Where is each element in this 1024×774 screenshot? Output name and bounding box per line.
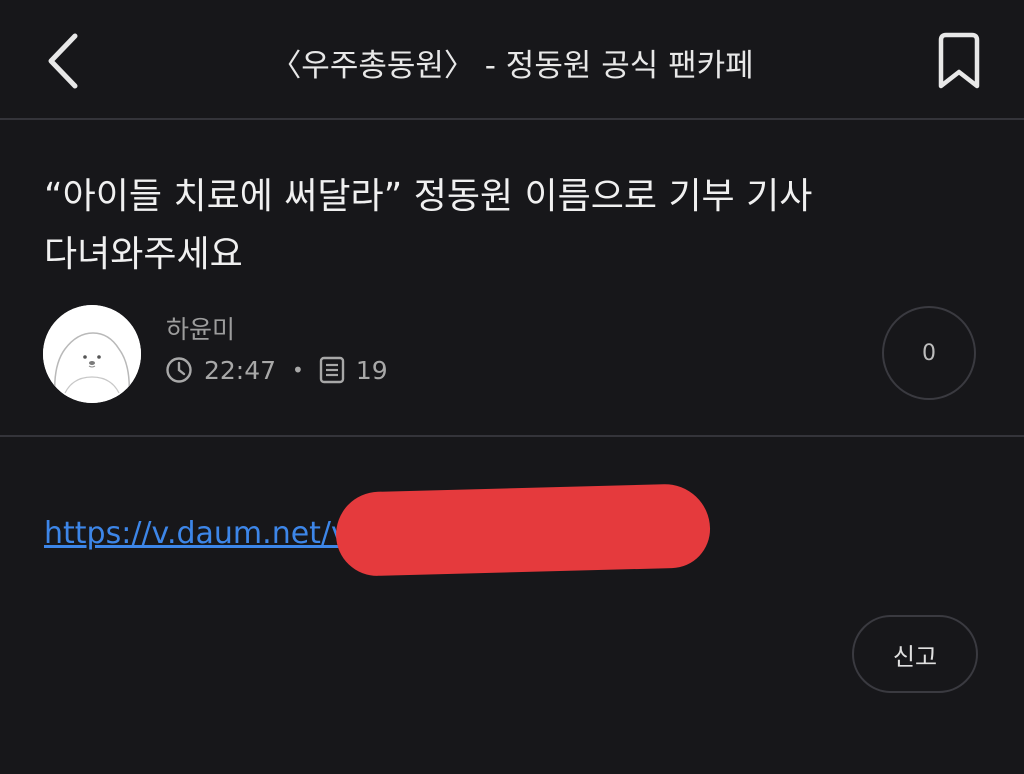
like-count: 0 — [922, 340, 936, 366]
profile-character-icon — [43, 305, 141, 403]
header-divider — [0, 118, 1024, 120]
redaction-scribble — [334, 483, 712, 577]
content-divider — [0, 435, 1024, 437]
chevron-left-icon — [48, 33, 78, 89]
view-count: 19 — [355, 355, 388, 385]
like-button[interactable]: 0 — [882, 306, 976, 400]
cafe-title[interactable]: 〈우주총동원〉 - 정동원 공식 팬카페 — [150, 40, 874, 85]
post-page: 〈우주총동원〉 - 정동원 공식 팬카페 “아이들 치료에 써달라” 정동원 이… — [0, 0, 1024, 774]
bookmark-icon — [938, 32, 980, 89]
avatar[interactable] — [43, 305, 141, 403]
post-title: “아이들 치료에 써달라” 정동원 이름으로 기부 기사 다녀와주세요 — [44, 176, 813, 275]
author-name[interactable]: 하윤미 — [166, 310, 235, 346]
meta-separator: • — [292, 358, 304, 382]
back-button[interactable] — [28, 24, 98, 98]
article-link[interactable]: https://v.daum.net/v/ — [44, 516, 359, 551]
document-icon — [318, 355, 346, 385]
report-button[interactable]: 신고 — [852, 615, 978, 693]
post-meta: 22:47 • 19 — [164, 352, 388, 388]
clock-icon — [164, 355, 194, 385]
bookmark-button[interactable] — [926, 28, 992, 94]
top-bar: 〈우주총동원〉 - 정동원 공식 팬카페 — [0, 0, 1024, 118]
report-label: 신고 — [892, 642, 938, 671]
post-time: 22:47 — [204, 355, 277, 385]
